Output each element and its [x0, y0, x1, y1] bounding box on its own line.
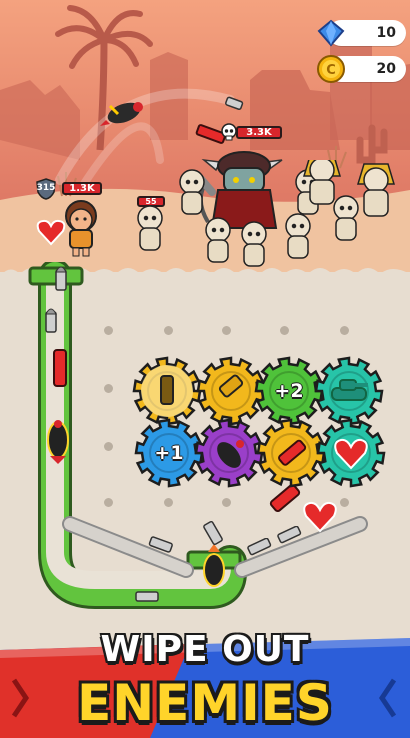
ramp-bullet-icon [247, 538, 272, 556]
ramp-bullet-icon [148, 536, 173, 553]
launcher-bomb-icon [203, 544, 225, 587]
gear-heart-icon [316, 418, 386, 488]
mummy-enemies [137, 160, 396, 267]
hero-hp-value: 1.3K [69, 183, 95, 194]
hero-shield-value: 315 [36, 183, 56, 193]
hero-hp-bar: 1.3K [62, 182, 102, 195]
pipe-bullet-icon [55, 266, 67, 291]
mummy-enemy [285, 213, 311, 259]
coin-amount: 20 [376, 61, 396, 77]
gear-tank [314, 356, 384, 426]
gear-bullet [132, 356, 202, 426]
pipe-bullet-icon [135, 591, 159, 602]
flying-bullet-icon [225, 96, 244, 110]
boss-hp-value: 3.3K [246, 127, 272, 138]
gear-tank-icon [314, 356, 384, 426]
mummy-enemy [179, 169, 205, 215]
gem-icon [317, 19, 345, 47]
game-stage: 10 C 20 3.3K 315 1.3K 55 +2 +1 WIPE OUT … [0, 0, 410, 738]
gem-counter: 10 [317, 19, 406, 47]
coin-symbol: C [326, 63, 336, 78]
gear-bullet-icon [132, 356, 202, 426]
board-heart-icon [303, 501, 337, 533]
mummy-enemy [241, 221, 267, 267]
hero-shield-badge: 315 [36, 178, 56, 200]
mummy-enemy [333, 195, 359, 241]
pharaoh-enemy [356, 163, 396, 217]
promo-banner: WIPE OUT ENEMIES [0, 620, 410, 738]
banner-line-2: ENEMIES [77, 674, 333, 732]
pipe-bomb-icon [47, 420, 69, 464]
coin-counter: C 20 [317, 55, 406, 83]
boss-hp-bar: 3.3K [236, 126, 282, 139]
gear-bomb [194, 418, 264, 488]
pipe-bullet-icon [45, 308, 57, 333]
mummy-enemy [137, 205, 163, 251]
mummy-enemy [205, 217, 231, 263]
pipe-dynamite-icon [53, 349, 67, 387]
gear-bomb-icon [194, 418, 264, 488]
flying-bomb-icon [100, 102, 143, 126]
ramp-bullet-icon [277, 526, 302, 544]
ramp-bullet-icon [203, 520, 223, 546]
banner-line-1: WIPE OUT [100, 629, 310, 670]
gem-amount: 10 [376, 25, 396, 41]
hero-heart-icon [36, 219, 66, 246]
gear-heart [316, 418, 386, 488]
